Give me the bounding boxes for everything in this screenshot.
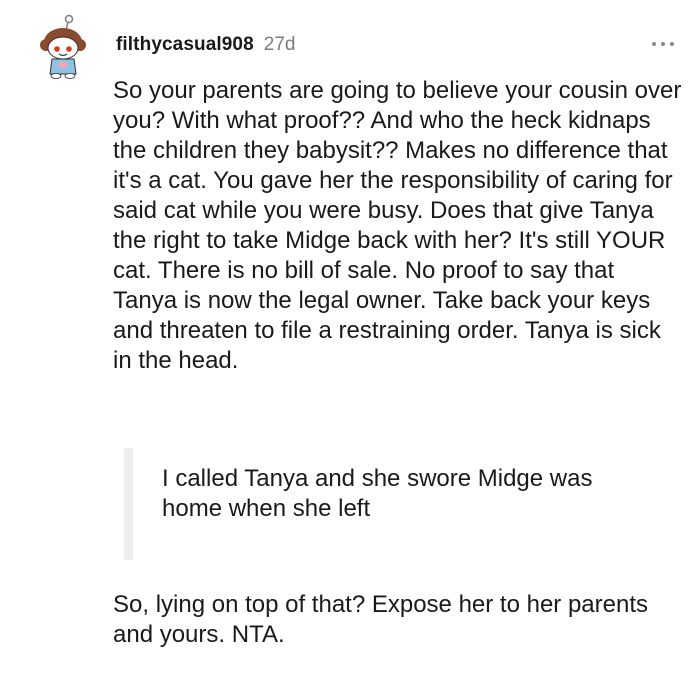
comment-timestamp[interactable]: 27d — [264, 34, 296, 56]
comment-paragraph: So, lying on top of that? Expose her to … — [113, 591, 649, 648]
snoo-avatar-icon — [40, 14, 86, 79]
comment-header: filthycasual908 27d — [116, 34, 295, 58]
comment-paragraph: So your parents are going to believe you… — [113, 77, 682, 374]
comment: filthycasual908 27d So your parents are … — [0, 0, 700, 675]
blockquote-bar — [124, 448, 133, 560]
blockquote-text: I called Tanya and she swore Midge was h… — [162, 465, 593, 522]
avatar[interactable] — [38, 12, 88, 80]
more-options-button[interactable] — [650, 34, 678, 54]
username-link[interactable]: filthycasual908 — [116, 34, 254, 56]
blockquote: I called Tanya and she swore Midge was h… — [124, 448, 664, 560]
